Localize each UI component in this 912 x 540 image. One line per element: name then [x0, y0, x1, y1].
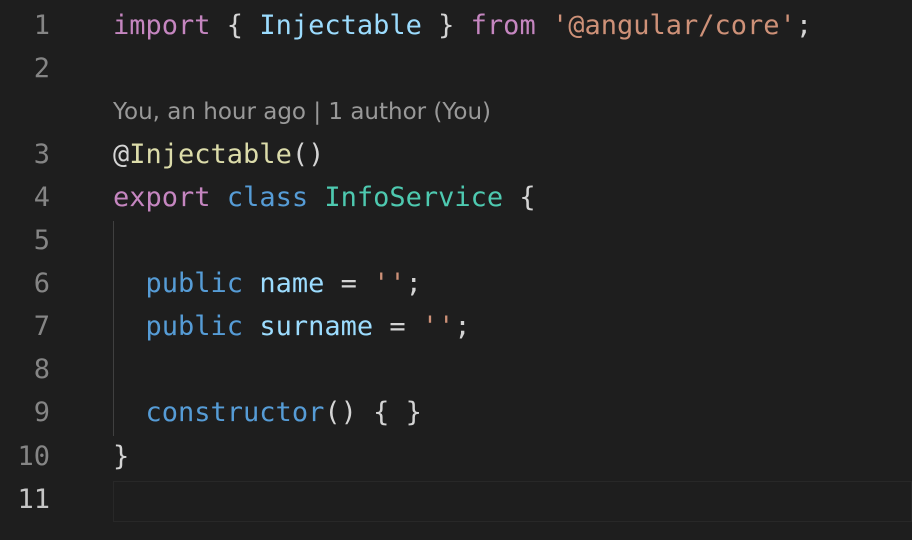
token-semicolon: ;	[454, 311, 471, 342]
token-body: () { }	[324, 397, 422, 428]
line-number: 11	[17, 484, 50, 515]
line-number: 3	[33, 139, 50, 170]
code-line-9[interactable]: 9 constructor() { }	[0, 391, 912, 434]
string-module-path: '@angular/core'	[551, 10, 796, 41]
line-number: 8	[33, 354, 50, 385]
line-content[interactable]: import { Injectable } from '@angular/cor…	[113, 4, 812, 47]
code-line-8[interactable]: 8	[0, 348, 912, 391]
code-line-1[interactable]: 1 import { Injectable } from '@angular/c…	[0, 4, 912, 47]
token-semicolon: ;	[405, 268, 422, 299]
code-line-3[interactable]: 3 @Injectable()	[0, 133, 912, 176]
code-line-2[interactable]: 2	[0, 47, 912, 90]
line-number: 5	[33, 225, 50, 256]
code-line-10[interactable]: 10 }	[0, 435, 912, 478]
line-number: 2	[33, 53, 50, 84]
code-line-4[interactable]: 4 export class InfoService {	[0, 176, 912, 219]
line-content[interactable]: public name = '';	[113, 262, 422, 305]
token-semicolon: ;	[795, 10, 813, 41]
line-number: 4	[33, 182, 50, 213]
line-number: 9	[33, 397, 50, 428]
token-parens: ()	[291, 139, 325, 170]
code-line-6[interactable]: 6 public name = '';	[0, 262, 912, 305]
token-brace: {	[210, 10, 260, 41]
keyword-constructor: constructor	[145, 397, 325, 428]
line-number: 1	[33, 10, 50, 41]
code-line-11[interactable]: 11	[0, 478, 912, 521]
line-content[interactable]: }	[113, 435, 129, 478]
codelens-git-blame[interactable]: You, an hour ago | 1 author (You)	[113, 92, 491, 132]
identifier-injectable: Injectable	[259, 10, 422, 41]
string-empty: ''	[421, 311, 455, 342]
keyword-public: public	[145, 311, 244, 342]
line-content[interactable]: @Injectable()	[113, 133, 324, 176]
code-editor[interactable]: 1 import { Injectable } from '@angular/c…	[0, 0, 912, 540]
code-line-5[interactable]: 5	[0, 219, 912, 262]
line-content[interactable]: constructor() { }	[113, 391, 422, 434]
line-content[interactable]: public surname = '';	[113, 305, 471, 348]
keyword-class: class	[226, 182, 309, 213]
token-brace: }	[421, 10, 471, 41]
class-name: InfoService	[324, 182, 504, 213]
property-name: name	[259, 268, 325, 299]
keyword-import: import	[113, 10, 211, 41]
line-content[interactable]: export class InfoService {	[113, 176, 536, 219]
code-line-7[interactable]: 7 public surname = '';	[0, 305, 912, 348]
property-surname: surname	[259, 311, 374, 342]
decorator-injectable: Injectable	[129, 139, 292, 170]
keyword-from: from	[470, 10, 536, 41]
keyword-public: public	[145, 268, 244, 299]
line-number: 6	[33, 268, 50, 299]
token-equals: =	[373, 311, 422, 342]
token-brace: {	[503, 182, 536, 213]
line-number: 10	[17, 441, 50, 472]
keyword-export: export	[113, 182, 211, 213]
token-brace: }	[113, 441, 130, 472]
token-equals: =	[324, 268, 374, 299]
string-empty: ''	[373, 268, 406, 299]
token-at: @	[113, 139, 130, 170]
line-number: 7	[33, 311, 50, 342]
